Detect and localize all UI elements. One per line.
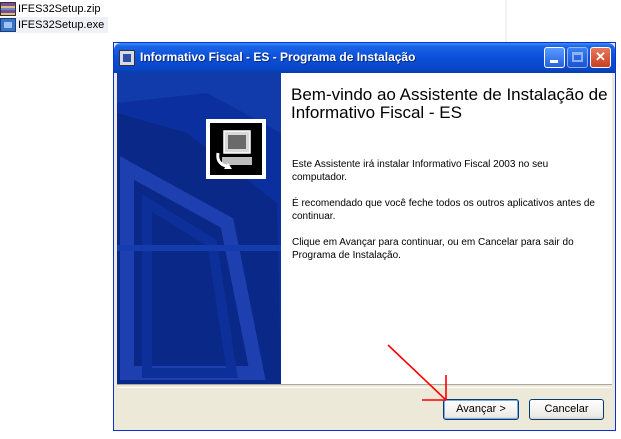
wizard-heading: Bem-vindo ao Assistente de Instalação de… xyxy=(291,85,608,122)
wizard-paragraph: Clique em Avançar para continuar, ou em … xyxy=(292,237,574,261)
winrar-archive-icon xyxy=(0,2,16,16)
window-title: Informativo Fiscal - ES - Programa de In… xyxy=(140,50,416,64)
installer-exe-icon xyxy=(0,18,16,32)
close-button[interactable]: ✕ xyxy=(590,47,611,68)
close-icon: ✕ xyxy=(595,49,606,64)
maximize-button xyxy=(567,47,588,68)
file-item-zip[interactable]: IFES32Setup.zip xyxy=(0,1,101,17)
background-divider xyxy=(505,0,507,42)
title-bar[interactable]: Informativo Fiscal - ES - Programa de In… xyxy=(114,43,615,73)
maximize-icon xyxy=(572,52,583,62)
annotation-arrow-icon xyxy=(387,344,447,401)
minimize-button[interactable] xyxy=(544,47,565,68)
installer-computer-icon xyxy=(210,123,262,175)
setup-app-icon xyxy=(119,50,135,66)
file-name: IFES32Setup.exe xyxy=(18,19,105,31)
file-name: IFES32Setup.zip xyxy=(18,3,101,15)
cancel-button[interactable]: Cancelar xyxy=(529,399,604,420)
wizard-paragraph: Este Assistente irá instalar Informativo… xyxy=(292,159,549,183)
wizard-paragraph: É recomendado que você feche todos os ou… xyxy=(292,198,595,222)
next-button[interactable]: Avançar > xyxy=(443,399,519,420)
wizard-side-graphic xyxy=(117,73,281,384)
minimize-icon xyxy=(550,60,558,63)
setup-logo xyxy=(206,119,266,179)
installer-window: Informativo Fiscal - ES - Programa de In… xyxy=(113,42,616,431)
file-item-exe[interactable]: IFES32Setup.exe xyxy=(0,17,108,33)
wizard-content: Bem-vindo ao Assistente de Instalação de… xyxy=(281,73,612,384)
button-separator xyxy=(117,384,612,388)
